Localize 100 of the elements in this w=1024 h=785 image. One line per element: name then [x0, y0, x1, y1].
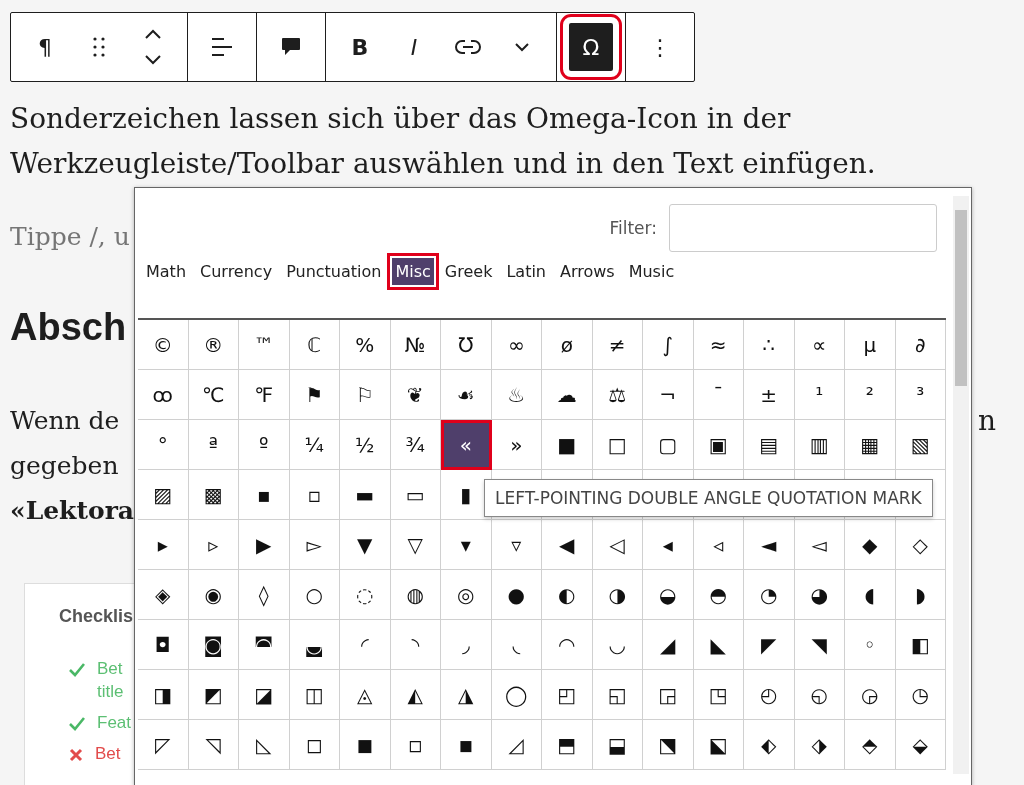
character-cell[interactable]: ◢ — [643, 620, 694, 670]
character-cell[interactable]: ☁ — [542, 370, 593, 420]
character-cell[interactable]: ◺ — [239, 720, 290, 770]
character-cell[interactable]: ◱ — [592, 670, 643, 720]
character-cell[interactable]: ◇ — [895, 520, 946, 570]
character-cell[interactable]: ◃ — [693, 520, 744, 570]
character-cell[interactable]: ⬕ — [693, 720, 744, 770]
character-cell[interactable]: ⬓ — [592, 720, 643, 770]
character-cell[interactable]: ◀ — [542, 520, 593, 570]
character-cell[interactable]: ▨ — [138, 470, 189, 520]
character-cell[interactable]: ⬒ — [542, 720, 593, 770]
character-cell[interactable]: º — [239, 420, 290, 470]
character-cell[interactable]: ▣ — [693, 420, 744, 470]
character-cell[interactable]: ◸ — [138, 720, 189, 770]
character-cell[interactable]: ▧ — [895, 420, 946, 470]
scrollbar[interactable] — [953, 196, 969, 774]
character-cell[interactable]: ☙ — [441, 370, 492, 420]
character-cell[interactable]: ꝏ — [138, 370, 189, 420]
character-cell[interactable]: ▦ — [845, 420, 896, 470]
character-cell[interactable]: » — [491, 420, 542, 470]
character-cell[interactable]: ⬘ — [845, 720, 896, 770]
character-cell[interactable]: ◣ — [693, 620, 744, 670]
character-cell[interactable]: ◥ — [794, 620, 845, 670]
character-cell[interactable]: ◙ — [188, 620, 239, 670]
character-cell[interactable]: ◎ — [441, 570, 492, 620]
toolbar-button[interactable]: ⋮ — [638, 23, 682, 71]
character-cell[interactable]: ▹ — [188, 520, 239, 570]
character-cell[interactable]: ◽ — [390, 720, 441, 770]
character-cell[interactable]: ▪ — [239, 470, 290, 520]
character-cell[interactable]: ▩ — [188, 470, 239, 520]
category-tab[interactable]: Punctuation — [283, 258, 385, 285]
character-cell[interactable]: ○ — [289, 570, 340, 620]
category-tab[interactable]: Greek — [441, 258, 496, 285]
character-cell[interactable]: ◦ — [845, 620, 896, 670]
character-cell[interactable]: ◾ — [441, 720, 492, 770]
character-cell[interactable]: ◭ — [390, 670, 441, 720]
character-cell[interactable]: ⬙ — [895, 720, 946, 770]
character-cell[interactable]: ❦ — [390, 370, 441, 420]
character-cell[interactable]: ² — [845, 370, 896, 420]
character-cell[interactable]: ◐ — [542, 570, 593, 620]
category-tab[interactable]: Latin — [503, 258, 549, 285]
character-cell[interactable]: ▽ — [390, 520, 441, 570]
character-cell[interactable]: □ — [592, 420, 643, 470]
character-cell[interactable]: ▫ — [289, 470, 340, 520]
character-cell[interactable]: ◮ — [441, 670, 492, 720]
character-cell[interactable]: ◔ — [744, 570, 795, 620]
category-tab[interactable]: Currency — [197, 258, 276, 285]
character-cell[interactable]: ◊ — [239, 570, 290, 620]
character-cell[interactable]: ³ — [895, 370, 946, 420]
character-cell[interactable]: ◹ — [188, 720, 239, 770]
character-cell[interactable]: ¹ — [794, 370, 845, 420]
character-cell[interactable]: ◤ — [744, 620, 795, 670]
character-cell[interactable]: ◕ — [794, 570, 845, 620]
character-cell[interactable]: ◧ — [895, 620, 946, 670]
character-cell[interactable]: ▻ — [289, 520, 340, 570]
character-cell[interactable]: ▮ — [441, 470, 492, 520]
character-cell[interactable]: ◠ — [542, 620, 593, 670]
character-cell[interactable]: ◓ — [693, 570, 744, 620]
character-cell[interactable]: ▿ — [491, 520, 542, 570]
character-cell[interactable]: ½ — [340, 420, 391, 470]
character-cell[interactable]: ◄ — [744, 520, 795, 570]
character-cell[interactable]: ◑ — [592, 570, 643, 620]
character-cell[interactable]: ◳ — [693, 670, 744, 720]
toolbar-button[interactable]: ¶ — [23, 23, 67, 71]
character-cell[interactable]: ± — [744, 370, 795, 420]
character-cell[interactable]: ⚑ — [289, 370, 340, 420]
character-cell[interactable]: ℃ — [188, 370, 239, 420]
character-cell[interactable]: ◚ — [239, 620, 290, 670]
character-cell[interactable]: ♨ — [491, 370, 542, 420]
character-cell[interactable]: ª — [188, 420, 239, 470]
character-cell[interactable]: ø — [542, 320, 593, 370]
character-cell[interactable]: © — [138, 320, 189, 370]
character-cell[interactable]: ⬔ — [643, 720, 694, 770]
category-tab[interactable]: Music — [625, 258, 678, 285]
character-cell[interactable]: ⬗ — [794, 720, 845, 770]
character-cell[interactable]: ∞ — [491, 320, 542, 370]
character-cell[interactable]: ® — [188, 320, 239, 370]
character-cell[interactable]: ⚖ — [592, 370, 643, 420]
character-cell[interactable]: ◿ — [491, 720, 542, 770]
character-cell[interactable]: ◒ — [643, 570, 694, 620]
character-cell[interactable]: ◩ — [188, 670, 239, 720]
character-cell[interactable]: ▢ — [643, 420, 694, 470]
character-cell[interactable]: ≠ — [592, 320, 643, 370]
character-cell[interactable]: ◍ — [390, 570, 441, 620]
character-cell[interactable]: ™ — [239, 320, 290, 370]
character-cell[interactable]: ◌ — [340, 570, 391, 620]
character-cell[interactable]: ◆ — [845, 520, 896, 570]
character-cell[interactable]: ¼ — [289, 420, 340, 470]
character-cell[interactable]: ▬ — [340, 470, 391, 520]
character-cell[interactable]: ∴ — [744, 320, 795, 370]
character-cell[interactable]: ¾ — [390, 420, 441, 470]
character-cell[interactable]: ◬ — [340, 670, 391, 720]
category-tab[interactable]: Math — [143, 258, 190, 285]
character-cell[interactable]: ▤ — [744, 420, 795, 470]
character-cell[interactable]: ¬ — [643, 370, 694, 420]
character-cell[interactable]: ◲ — [643, 670, 694, 720]
character-cell[interactable]: ◘ — [138, 620, 189, 670]
character-cell[interactable]: ¯ — [693, 370, 744, 420]
character-cell[interactable]: ℉ — [239, 370, 290, 420]
character-cell[interactable]: ◨ — [138, 670, 189, 720]
